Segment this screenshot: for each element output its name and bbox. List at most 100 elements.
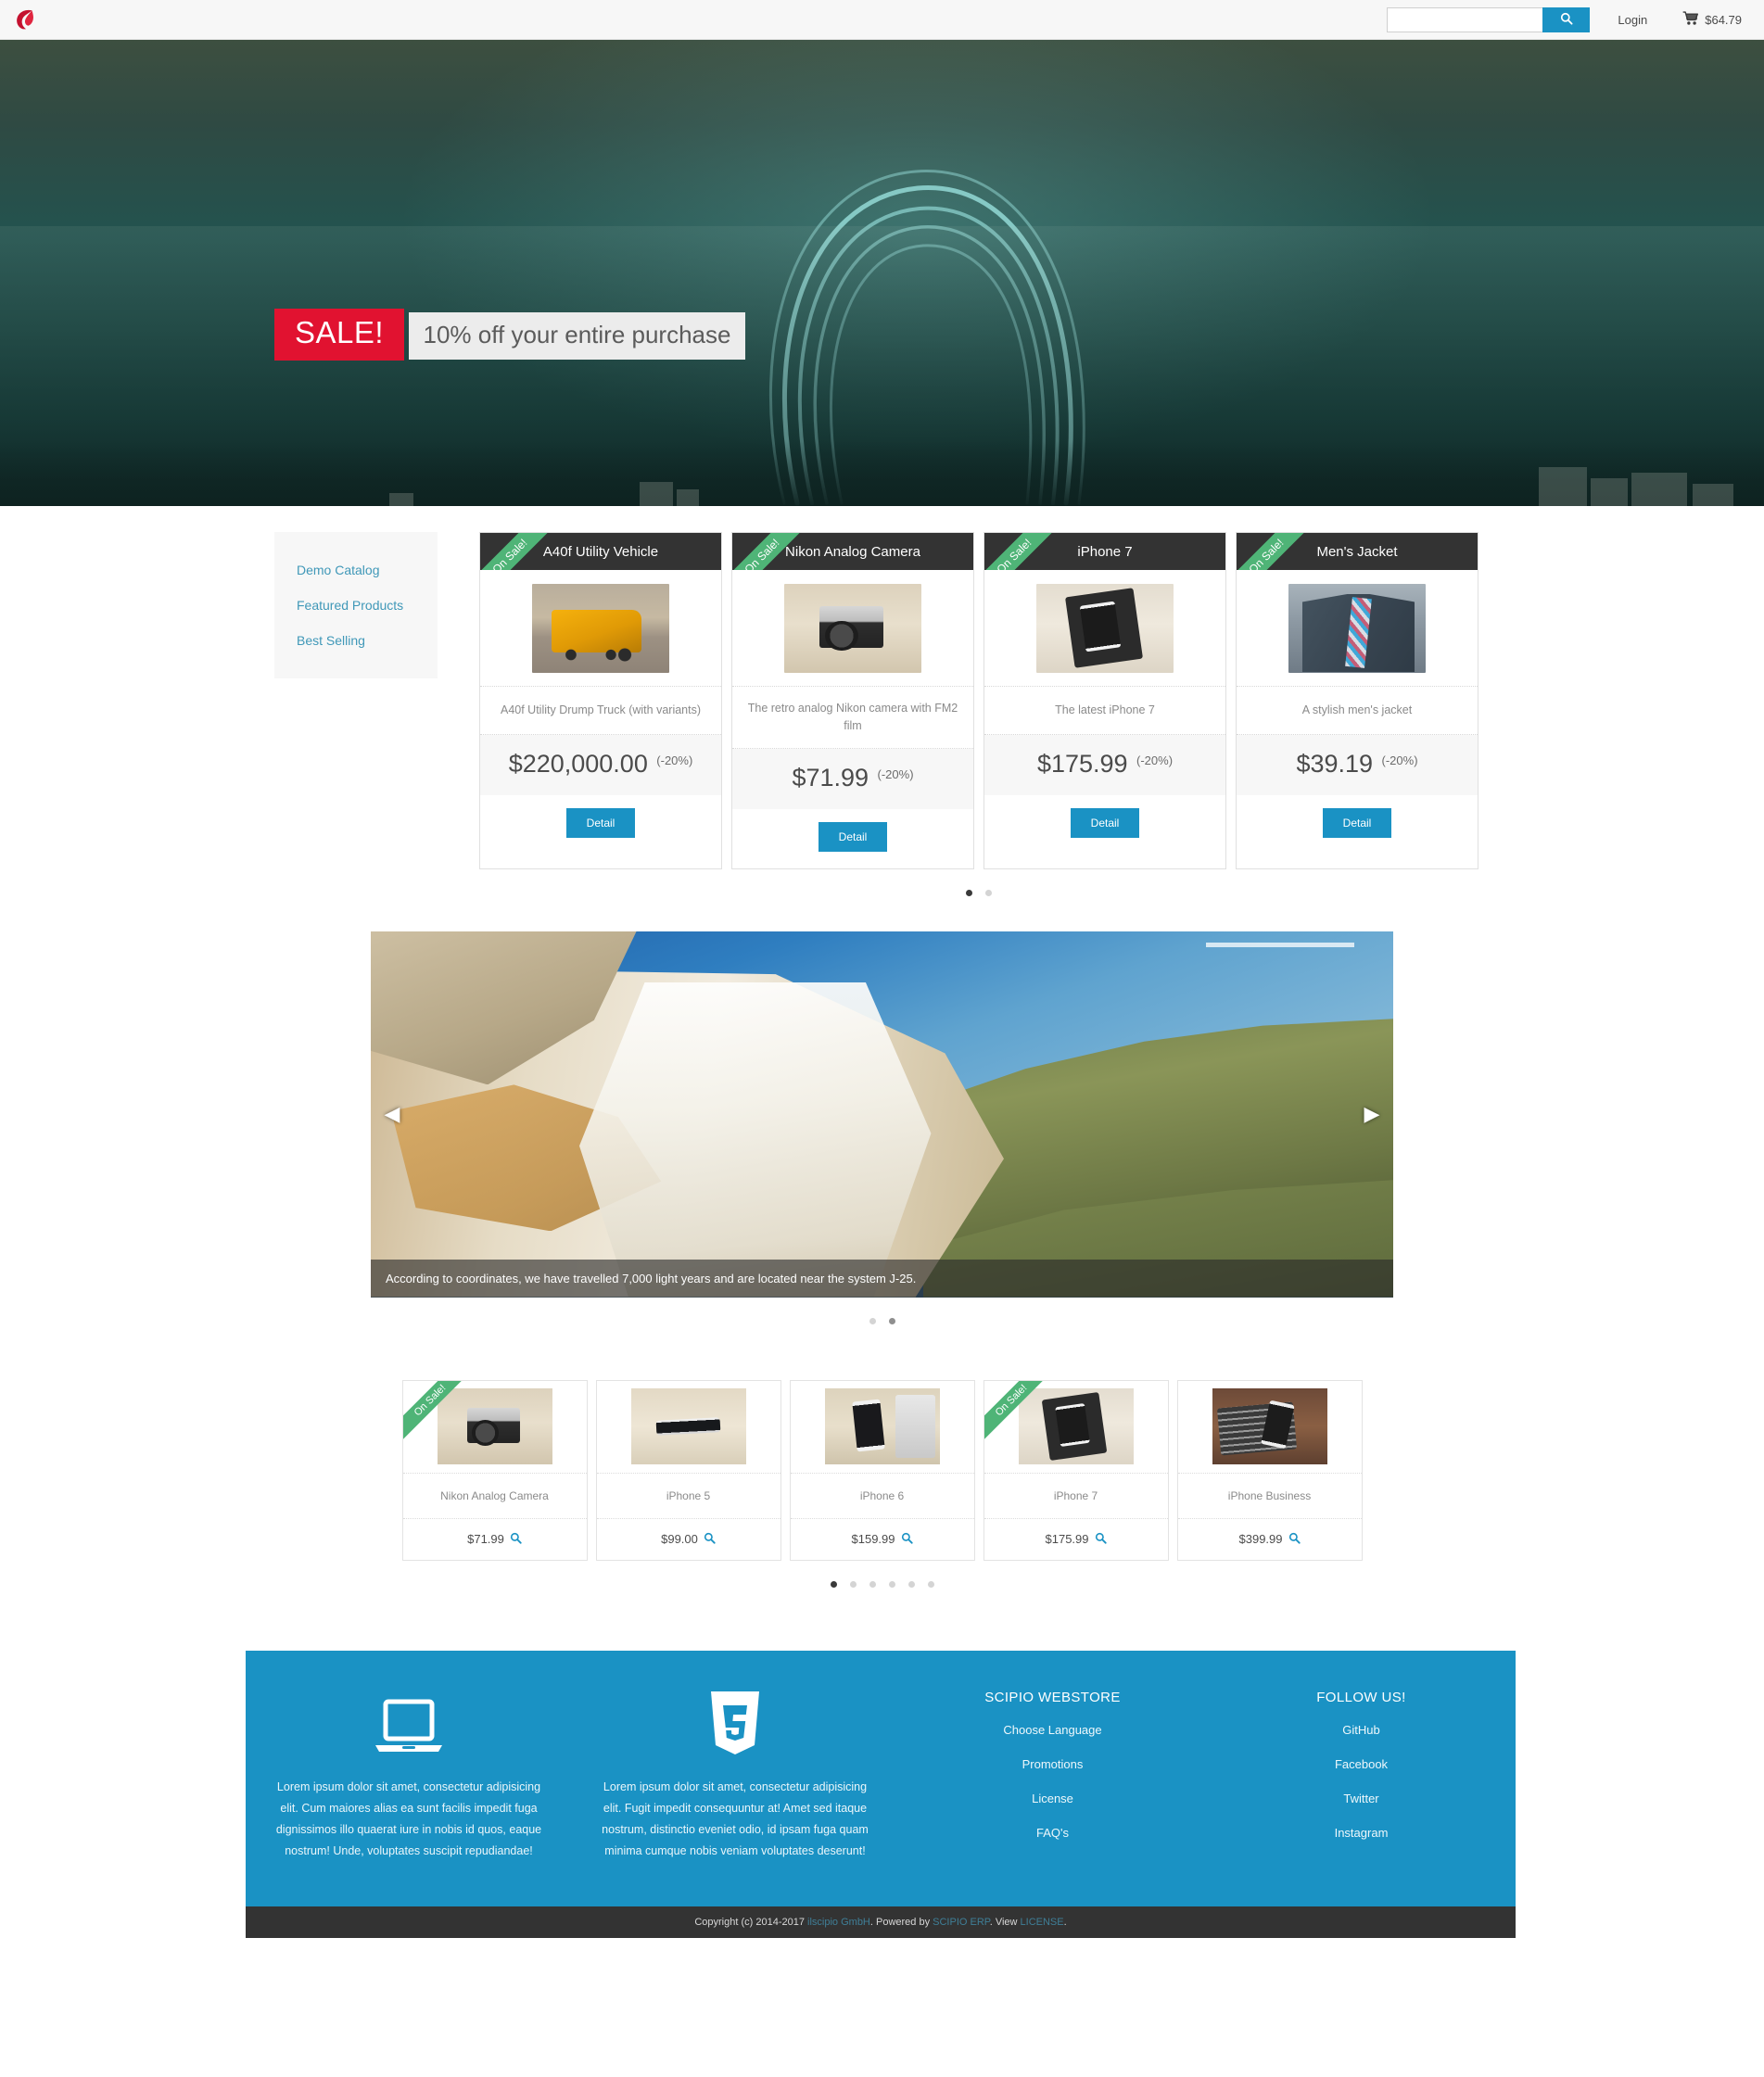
carousel-progress-bar xyxy=(1206,942,1354,947)
sidebar-item-demo-catalog[interactable]: Demo Catalog xyxy=(274,552,438,588)
copyright-platform-link[interactable]: SCIPIO ERP xyxy=(933,1917,990,1928)
copyright-license-link[interactable]: LICENSE xyxy=(1021,1917,1064,1928)
mini-product-price: $71.99 xyxy=(467,1532,504,1546)
footer-link-github[interactable]: GitHub xyxy=(1229,1713,1493,1747)
copyright-prefix: Copyright (c) 2014-2017 xyxy=(694,1917,808,1928)
pager-dot[interactable] xyxy=(869,1580,876,1588)
header-actions: Login $64.79 xyxy=(1387,6,1764,32)
pager-dot[interactable] xyxy=(849,1580,857,1588)
product-title: A40f Utility Vehicle xyxy=(542,543,659,560)
mini-product-name: iPhone Business xyxy=(1177,1474,1362,1519)
mini-product-card[interactable]: iPhone 6 $159.99 xyxy=(789,1379,975,1561)
product-discount: (-20%) xyxy=(656,754,693,767)
product-image-mens-jacket xyxy=(1288,583,1426,673)
hero-subtitle: 10% off your entire purchase xyxy=(408,312,746,360)
mini-product-price-row: $399.99 xyxy=(1178,1519,1362,1560)
on-sale-ribbon: On Sale! xyxy=(1237,533,1320,570)
footer-link-promotions[interactable]: Promotions xyxy=(920,1747,1185,1781)
product-card-footer: Detail xyxy=(1237,795,1478,855)
product-card[interactable]: On Sale! iPhone 7 The latest iPhone 7 $1… xyxy=(984,532,1226,869)
footer-column-html5: Lorem ipsum dolor sit amet, consectetur … xyxy=(572,1690,898,1863)
sidebar-item-featured-products[interactable]: Featured Products xyxy=(274,588,438,623)
product-detail-button[interactable]: Detail xyxy=(1322,808,1392,838)
mini-product-image-nikon-analog-camera xyxy=(437,1388,552,1464)
product-price: $71.99 xyxy=(792,763,869,792)
pager-dot[interactable] xyxy=(966,889,972,896)
product-card[interactable]: On Sale! A40f Utility Vehicle A40f Utili… xyxy=(479,532,722,869)
copyright-bar: Copyright (c) 2014-2017 ilscipio GmbH. P… xyxy=(246,1906,1516,1938)
carousel-photo-landscape xyxy=(371,931,1393,1298)
mini-product-price: $99.00 xyxy=(661,1532,698,1546)
mini-product-image-iphone-business xyxy=(1212,1388,1327,1464)
footer-link-faqs[interactable]: FAQ's xyxy=(920,1816,1185,1850)
product-price: $39.19 xyxy=(1296,750,1374,778)
mini-product-image-iphone-6 xyxy=(824,1388,940,1464)
footer-link-twitter[interactable]: Twitter xyxy=(1229,1781,1493,1816)
shopping-cart-icon xyxy=(1682,10,1699,29)
product-detail-button[interactable]: Detail xyxy=(818,821,888,852)
cart-link[interactable]: $64.79 xyxy=(1682,10,1742,29)
mini-product-card[interactable]: iPhone 5 $99.00 xyxy=(595,1379,781,1561)
product-description: A stylish men's jacket xyxy=(1237,687,1478,735)
product-card-footer: Detail xyxy=(480,795,721,855)
footer-link-choose-language[interactable]: Choose Language xyxy=(920,1713,1185,1747)
search-icon xyxy=(1560,12,1573,28)
pager-dot[interactable] xyxy=(888,1317,895,1324)
mini-product-card[interactable]: On Sale! Nikon Analog Camera $71.99 xyxy=(401,1379,588,1561)
mini-product-card[interactable]: iPhone Business $399.99 xyxy=(1176,1379,1363,1561)
magnifier-icon[interactable] xyxy=(510,1532,522,1547)
site-header: Login $64.79 xyxy=(0,0,1764,40)
mini-carousel-pager xyxy=(402,1561,1363,1588)
product-description: The latest iPhone 7 xyxy=(984,687,1225,735)
hero-sale-badge: SALE! xyxy=(274,309,405,361)
banner-carousel[interactable]: ◀ ▶ According to coordinates, we have tr… xyxy=(371,931,1393,1298)
pager-dot[interactable] xyxy=(869,1317,876,1324)
product-price: $175.99 xyxy=(1036,750,1128,778)
magnifier-icon[interactable] xyxy=(1288,1532,1301,1547)
product-image-nikon-analog-camera xyxy=(784,583,921,673)
copyright-view: . View xyxy=(989,1917,1021,1928)
footer-link-license[interactable]: License xyxy=(920,1781,1185,1816)
footer-text: Lorem ipsum dolor sit amet, consectetur … xyxy=(602,1779,869,1857)
pager-dot[interactable] xyxy=(888,1580,895,1588)
mini-product-image-iphone-5 xyxy=(630,1388,746,1464)
pager-dot[interactable] xyxy=(830,1580,837,1588)
site-logo[interactable] xyxy=(13,7,37,32)
featured-products-carousel: On Sale! A40f Utility Vehicle A40f Utili… xyxy=(479,532,1478,896)
search-button[interactable] xyxy=(1542,6,1591,32)
magnifier-icon[interactable] xyxy=(1095,1532,1107,1547)
mini-product-price-row: $159.99 xyxy=(791,1519,974,1560)
product-card[interactable]: On Sale! Nikon Analog Camera The retro a… xyxy=(731,532,974,869)
copyright-company-link[interactable]: ilscipio GmbH xyxy=(807,1917,870,1928)
mini-product-price: $175.99 xyxy=(1045,1532,1089,1546)
hero-banner: SALE! 10% off your entire purchase xyxy=(0,40,1764,506)
copyright-suffix: . xyxy=(1063,1917,1067,1928)
magnifier-icon[interactable] xyxy=(704,1532,716,1547)
mini-product-card[interactable]: On Sale! iPhone 7 $175.99 xyxy=(983,1379,1169,1561)
carousel-next-icon[interactable]: ▶ xyxy=(1360,1102,1384,1126)
mini-product-price: $399.99 xyxy=(1238,1532,1283,1546)
sidebar-item-best-selling[interactable]: Best Selling xyxy=(274,623,438,658)
pager-dot[interactable] xyxy=(985,889,992,896)
best-selling-section: On Sale! Nikon Analog Camera $71.99 iPho… xyxy=(0,1324,1764,1588)
product-card-footer: Detail xyxy=(732,808,973,868)
pager-dot[interactable] xyxy=(927,1580,934,1588)
product-detail-button[interactable]: Detail xyxy=(1070,808,1140,838)
mini-product-image-wrap xyxy=(1177,1381,1362,1474)
carousel-prev-icon[interactable]: ◀ xyxy=(380,1102,404,1126)
product-card[interactable]: On Sale! Men's Jacket A stylish men's ja… xyxy=(1236,532,1478,869)
product-discount: (-20%) xyxy=(1381,754,1418,767)
login-link[interactable]: Login xyxy=(1618,13,1647,27)
footer-link-instagram[interactable]: Instagram xyxy=(1229,1816,1493,1850)
footer-link-facebook[interactable]: Facebook xyxy=(1229,1747,1493,1781)
product-image-wrap xyxy=(480,570,721,687)
on-sale-ribbon: On Sale! xyxy=(984,533,1068,570)
cart-total: $64.79 xyxy=(1705,12,1742,27)
site-footer: Lorem ipsum dolor sit amet, consectetur … xyxy=(246,1650,1516,1906)
footer-social-title: FOLLOW US! xyxy=(1316,1689,1406,1705)
pager-dot[interactable] xyxy=(907,1580,915,1588)
mini-product-price-row: $175.99 xyxy=(984,1519,1168,1560)
search-input[interactable] xyxy=(1387,6,1543,32)
product-detail-button[interactable]: Detail xyxy=(565,808,636,838)
magnifier-icon[interactable] xyxy=(901,1532,913,1547)
